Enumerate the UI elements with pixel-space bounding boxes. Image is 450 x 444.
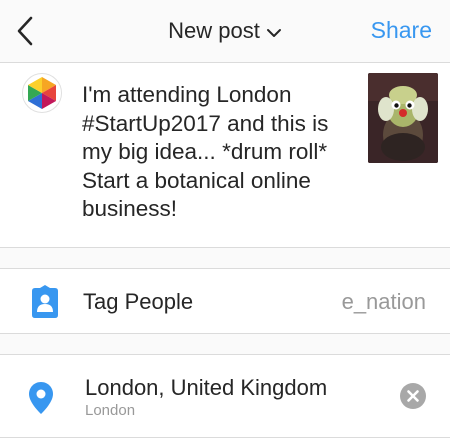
tagged-user-value: e_nation [341, 289, 426, 314]
location-subtitle: London [85, 402, 136, 419]
post-thumbnail-image[interactable] [368, 73, 438, 163]
tag-people-row[interactable]: Tag People e_nation [0, 269, 450, 334]
chevron-down-icon [266, 19, 282, 45]
location-title: London, United Kingdom [85, 375, 328, 400]
page-title: New post [168, 18, 260, 43]
caption-text[interactable]: I'm attending London #StartUp2017 and th… [82, 81, 352, 224]
person-tag-icon [28, 285, 62, 319]
clear-location-button[interactable] [400, 383, 426, 409]
caption-section: I'm attending London #StartUp2017 and th… [0, 63, 450, 248]
location-row[interactable]: London, United Kingdom London [0, 355, 450, 438]
section-divider [0, 248, 450, 269]
share-button[interactable]: Share [371, 17, 432, 44]
tag-people-label: Tag People [83, 289, 194, 314]
location-pin-icon [28, 381, 54, 415]
clear-circle-icon [400, 383, 426, 409]
new-post-screen: New post Share I'm attending London #Sta… [0, 0, 450, 444]
nav-header: New post Share [0, 0, 450, 63]
section-divider [0, 334, 450, 355]
hexagon-logo-icon [22, 73, 62, 113]
